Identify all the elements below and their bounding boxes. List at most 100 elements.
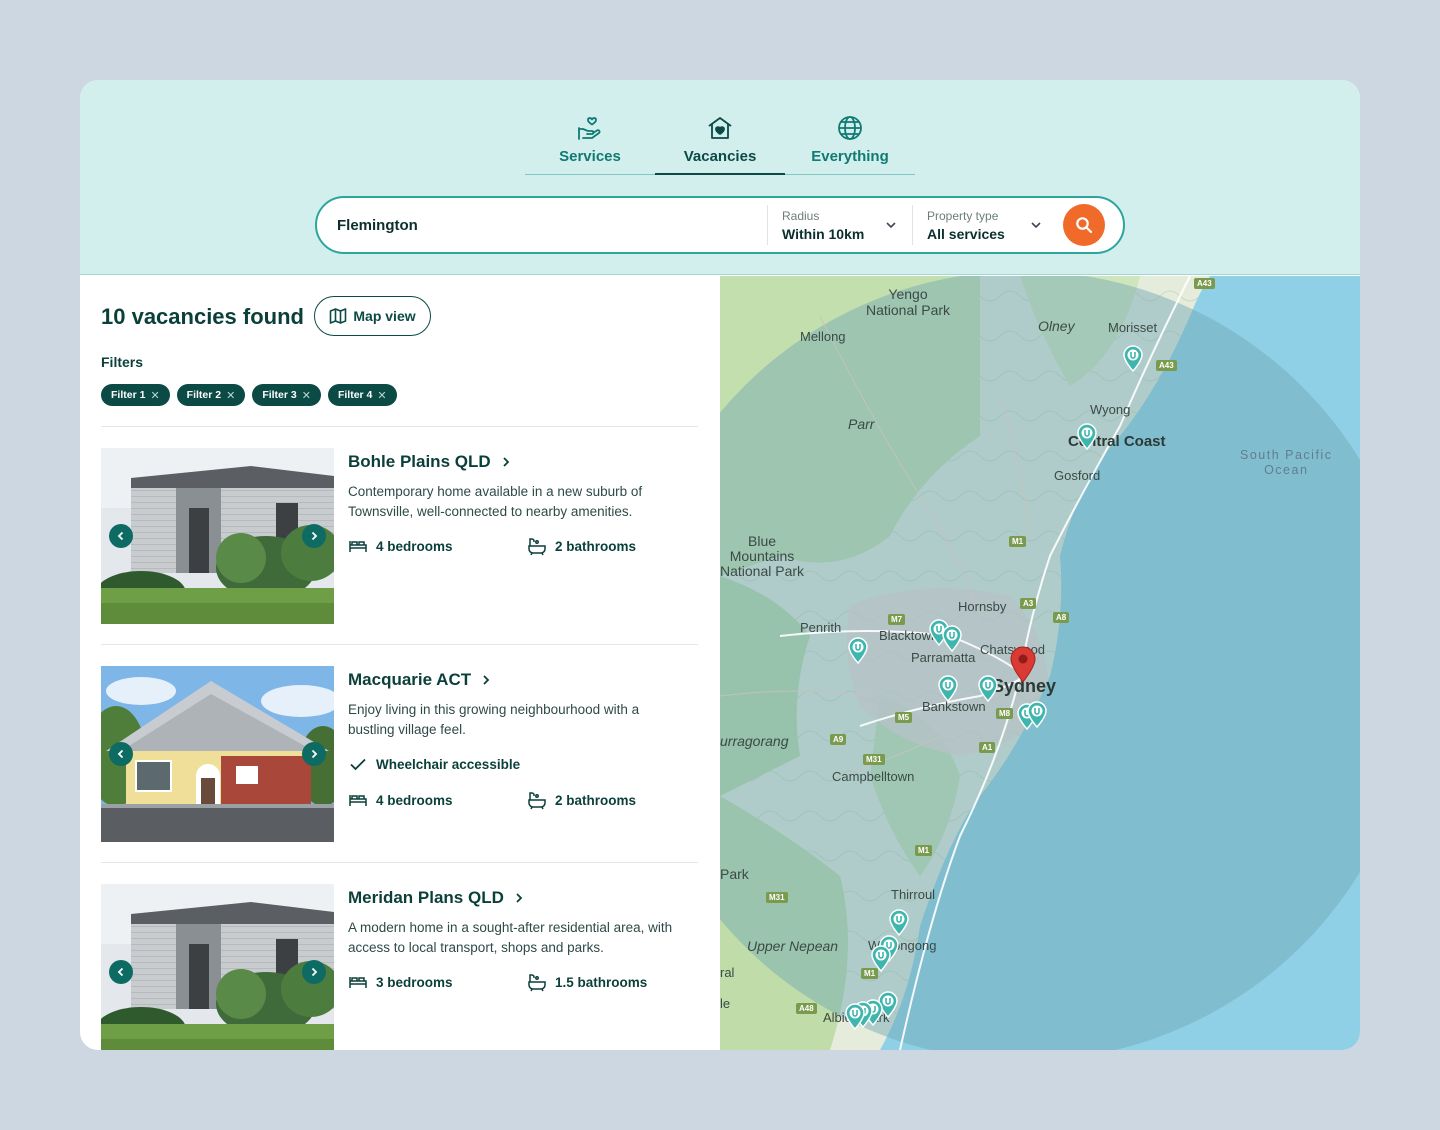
vacancy-map-pin[interactable] — [941, 624, 963, 652]
listing-description: Enjoy living in this growing neighbourho… — [348, 702, 640, 737]
listing-title[interactable]: Macquarie ACT — [348, 670, 491, 690]
vacancy-map-pin[interactable] — [847, 636, 869, 664]
vacancy-map-pin[interactable] — [1122, 344, 1144, 372]
map-label: Campbelltown — [832, 769, 915, 784]
map-label: Thirroul — [891, 887, 936, 902]
listing-photo — [101, 884, 334, 1050]
bathrooms: 1.5 bathrooms — [527, 972, 647, 992]
filter-chip[interactable]: Filter 1 ✕ — [101, 384, 170, 406]
listing-title-text: Meridan Plans QLD — [348, 888, 504, 907]
map-icon — [330, 308, 347, 324]
road-shield: A8 — [1053, 612, 1070, 623]
location-input[interactable] — [337, 205, 767, 245]
filter-chip[interactable]: Filter 4 ✕ — [327, 384, 397, 406]
bed-icon — [349, 795, 367, 806]
filter-chip-label: Filter 3 — [262, 389, 297, 401]
vacancy-map-pin[interactable] — [937, 674, 959, 702]
search-button[interactable] — [1063, 204, 1105, 246]
chevron-right-icon — [311, 967, 318, 977]
map-label: Hornsby — [958, 599, 1007, 614]
bedrooms: 3 bedrooms — [348, 972, 453, 992]
close-icon[interactable]: ✕ — [302, 389, 311, 402]
listing-title[interactable]: Bohle Plains QLD — [348, 452, 511, 472]
vacancy-map-pin[interactable] — [1076, 422, 1098, 450]
tab-services-label: Services — [559, 148, 621, 165]
map-view-button[interactable]: Map view — [314, 296, 431, 336]
globe-icon — [838, 116, 862, 140]
tab-services[interactable]: Services — [525, 110, 655, 175]
map-label: Penrith — [800, 620, 842, 635]
map-base — [720, 276, 1360, 1050]
radius-value: Within 10km — [782, 225, 865, 242]
vacancy-map-pin[interactable] — [977, 674, 999, 702]
search-header: Services Vacancies Everything Flemington… — [80, 80, 1360, 275]
next-photo-button[interactable] — [302, 742, 326, 766]
map-label: urragorang — [720, 733, 789, 749]
road-shield: A3 — [1020, 598, 1037, 609]
listing-card[interactable]: Macquarie ACT Enjoy living in this growi… — [101, 666, 698, 842]
road-shield: M1 — [1009, 536, 1027, 547]
chevron-down-icon — [1031, 222, 1041, 229]
next-photo-button[interactable] — [302, 960, 326, 984]
tab-everything[interactable]: Everything — [785, 110, 915, 175]
previous-photo-button[interactable] — [109, 742, 133, 766]
bedrooms-text: 4 bedrooms — [376, 538, 453, 554]
radius-select[interactable]: Radius Within 10km — [768, 199, 912, 251]
listing-description: Contemporary home available in a new sub… — [348, 484, 643, 519]
close-icon[interactable]: ✕ — [226, 389, 235, 402]
previous-photo-button[interactable] — [109, 524, 133, 548]
map-label: Upper Nepean — [747, 938, 839, 954]
filter-chip-label: Filter 4 — [337, 389, 373, 401]
map-label: Yengo National Park — [866, 286, 951, 318]
search-icon — [1076, 217, 1093, 234]
tab-vacancies[interactable]: Vacancies — [655, 110, 785, 175]
listing-card[interactable]: Bohle Plains QLD Contemporary home avail… — [101, 448, 698, 624]
divider — [101, 644, 698, 645]
bedrooms: 4 bedrooms — [348, 790, 453, 810]
filter-chip[interactable]: Filter 2 ✕ — [176, 384, 246, 406]
bath-icon — [528, 538, 546, 556]
bathrooms-text: 1.5 bathrooms — [555, 974, 648, 990]
chevron-right-icon — [516, 893, 523, 903]
bath-icon — [528, 974, 546, 992]
tab-everything-label: Everything — [811, 148, 889, 165]
bedrooms-text: 4 bedrooms — [376, 792, 453, 808]
results-panel: 10 vacancies found Map view Filters Filt… — [80, 276, 720, 1050]
search-location-pin[interactable] — [1009, 645, 1037, 683]
listing-card[interactable]: Meridan Plans QLD A modern home in a sou… — [101, 884, 698, 1050]
chevron-right-icon — [503, 457, 509, 467]
close-icon[interactable]: ✕ — [150, 389, 159, 402]
bed-icon — [349, 977, 367, 988]
next-photo-button[interactable] — [302, 524, 326, 548]
vacancy-map-pin[interactable] — [870, 944, 892, 972]
road-shield: A9 — [830, 734, 847, 745]
bathrooms: 2 bathrooms — [527, 790, 636, 810]
road-shield: A48 — [796, 1003, 817, 1014]
listing-title[interactable]: Meridan Plans QLD — [348, 888, 524, 908]
accessibility-text: Wheelchair accessible — [376, 756, 521, 772]
road-shield: M5 — [895, 712, 913, 723]
app-window: Services Vacancies Everything Flemington… — [80, 80, 1360, 1050]
map-label: Blue Mountains National Park — [720, 533, 805, 579]
filters-label: Filters — [101, 354, 144, 370]
chevron-left-icon — [117, 967, 124, 977]
listing-description: A modern home in a sought-after resident… — [348, 920, 673, 955]
chevron-left-icon — [117, 531, 124, 541]
previous-photo-button[interactable] — [109, 960, 133, 984]
close-icon[interactable]: ✕ — [377, 389, 386, 402]
filter-chip[interactable]: Filter 3 ✕ — [252, 384, 321, 406]
property-type-value: All services — [927, 225, 1005, 242]
vacancy-map-pin[interactable] — [888, 908, 910, 936]
divider — [101, 426, 698, 427]
vacancy-map-pin[interactable] — [844, 1002, 866, 1030]
property-type-select[interactable]: Property type All services — [913, 199, 1057, 251]
search-bar: Radius Within 10km Property type All ser… — [315, 196, 1125, 254]
chevron-left-icon — [117, 749, 124, 759]
vacancy-map-pin[interactable] — [1026, 700, 1048, 728]
map-panel[interactable]: Yengo National Park Mellong Olney Moriss… — [720, 276, 1360, 1050]
road-shield: A1 — [979, 742, 996, 753]
map-label: ral — [720, 965, 735, 980]
listing-title-text: Macquarie ACT — [348, 670, 472, 689]
road-shield: A43 — [1194, 278, 1215, 289]
map-view-label: Map view — [353, 308, 416, 324]
